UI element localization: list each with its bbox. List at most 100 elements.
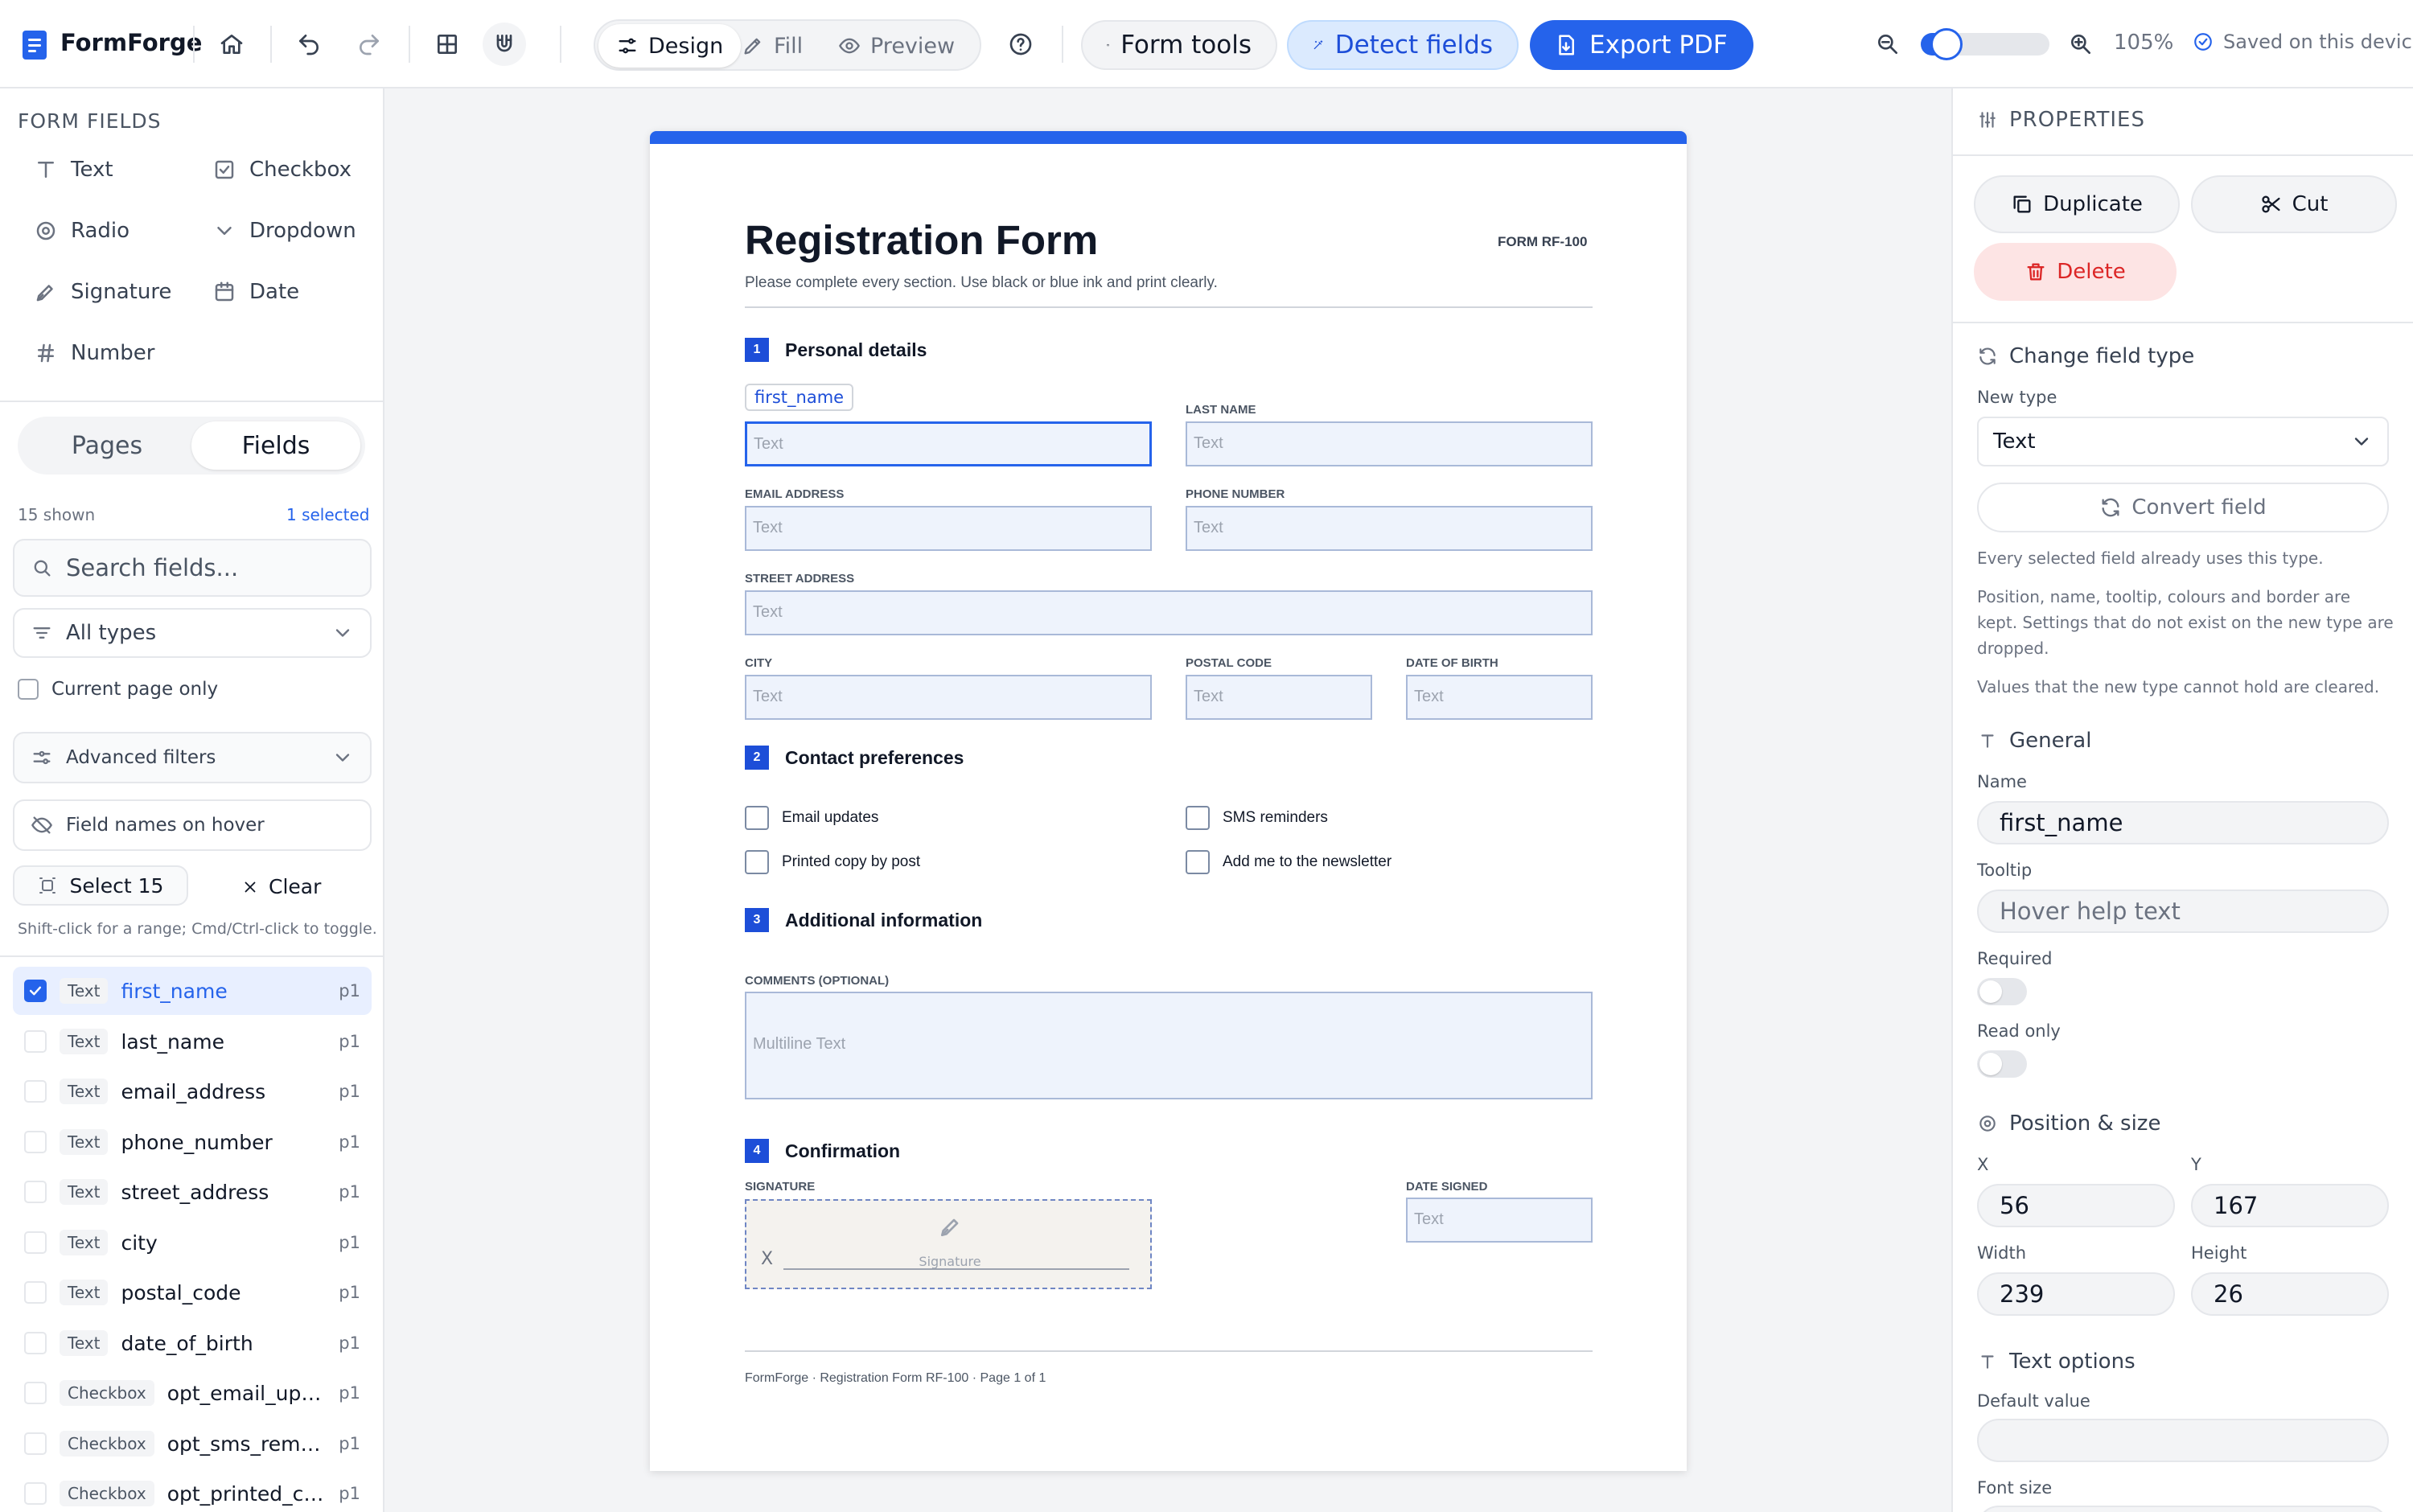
name-input[interactable]: first_name <box>1977 801 2389 844</box>
last-name-field[interactable]: Text <box>1186 421 1593 466</box>
add-text-field[interactable]: Text <box>34 158 113 182</box>
home-icon[interactable] <box>210 23 253 66</box>
date-of-birth-field[interactable]: Text <box>1406 675 1593 720</box>
search-fields-input[interactable]: Search fields... <box>13 539 372 597</box>
text-type-icon <box>1981 734 1994 748</box>
phone-number-field[interactable]: Text <box>1186 506 1593 551</box>
field-list-row[interactable]: Text date_of_birth p1 <box>13 1319 372 1367</box>
grid-icon[interactable] <box>425 23 469 66</box>
signature-field[interactable]: X Signature <box>745 1199 1152 1289</box>
magnet-snap-icon[interactable] <box>483 23 526 66</box>
zoom-in-icon[interactable] <box>2059 23 2103 66</box>
default-value-input[interactable] <box>1977 1419 2389 1462</box>
zoom-out-icon[interactable] <box>1866 23 1909 66</box>
height-input[interactable]: 26 <box>2191 1272 2389 1316</box>
row-checkbox[interactable] <box>24 1482 47 1505</box>
zoom-slider-handle[interactable] <box>1930 28 1963 60</box>
checkbox-box[interactable] <box>1186 806 1210 830</box>
convert-field-button[interactable]: Convert field <box>1977 483 2389 532</box>
postal-code-field[interactable]: Text <box>1186 675 1372 720</box>
field-list-row[interactable]: Checkbox opt_email_upd... p1 <box>13 1369 372 1417</box>
advanced-filters-toggle[interactable]: Advanced filters <box>13 732 372 783</box>
field-list-row[interactable]: Text phone_number p1 <box>13 1118 372 1166</box>
row-checkbox[interactable] <box>24 1131 47 1153</box>
chevron-down-icon <box>217 227 232 235</box>
font-size-input[interactable] <box>1977 1506 2389 1512</box>
field-list-row[interactable]: Text first_name p1 <box>13 967 372 1015</box>
email-address-field[interactable]: Text <box>745 506 1152 551</box>
printed-copy-checkbox[interactable]: Printed copy by post <box>745 850 920 874</box>
field-label: SIGNATURE <box>745 1180 816 1194</box>
row-checkbox[interactable] <box>24 980 47 1002</box>
sms-reminders-checkbox[interactable]: SMS reminders <box>1186 806 1328 830</box>
row-checkbox[interactable] <box>24 1432 47 1455</box>
new-type-value: Text <box>1993 429 2036 454</box>
add-date-field[interactable]: Date <box>212 280 299 304</box>
clear-selection-button[interactable]: Clear <box>241 875 321 898</box>
tooltip-input[interactable]: Hover help text <box>1977 890 2389 933</box>
pen-nib-icon <box>938 1214 964 1239</box>
email-updates-checkbox[interactable]: Email updates <box>745 806 878 830</box>
refresh-icon <box>2102 498 2119 517</box>
checkbox-box[interactable] <box>745 806 769 830</box>
y-input[interactable]: 167 <box>2191 1184 2389 1227</box>
export-pdf-button[interactable]: Export PDF <box>1530 20 1753 70</box>
field-page: p1 <box>339 1032 360 1051</box>
row-checkbox[interactable] <box>24 1231 47 1254</box>
comments-field[interactable]: Multiline Text <box>745 992 1593 1099</box>
newsletter-checkbox[interactable]: Add me to the newsletter <box>1186 850 1391 874</box>
add-checkbox-field[interactable]: Checkbox <box>212 158 351 182</box>
x-input[interactable]: 56 <box>1977 1184 2175 1227</box>
first-name-field[interactable]: Text <box>745 421 1152 466</box>
add-number-field[interactable]: Number <box>34 341 154 365</box>
type-filter-select[interactable]: All types <box>13 608 372 658</box>
field-names-hover-toggle[interactable]: Field names on hover <box>13 799 372 851</box>
field-list-row[interactable]: Checkbox opt_printed_co... p1 <box>13 1469 372 1512</box>
row-checkbox[interactable] <box>24 1030 47 1053</box>
new-type-select[interactable]: Text <box>1977 417 2389 466</box>
read-only-toggle[interactable] <box>1977 1050 2027 1078</box>
sliders-icon <box>1979 112 1996 128</box>
current-page-only-checkbox[interactable] <box>18 679 39 700</box>
current-page-only-toggle[interactable]: Current page only <box>18 679 218 700</box>
add-signature-field[interactable]: Signature <box>34 280 171 304</box>
tab-fields[interactable]: Fields <box>191 421 360 470</box>
add-radio-field[interactable]: Radio <box>34 219 129 243</box>
duplicate-button[interactable]: Duplicate <box>1974 175 2180 233</box>
tab-pages[interactable]: Pages <box>23 421 191 470</box>
mode-fill-button[interactable]: Fill <box>724 24 820 68</box>
field-type-badge: Text <box>60 1129 109 1155</box>
cut-button[interactable]: Cut <box>2191 175 2397 233</box>
field-list-row[interactable]: Text city p1 <box>13 1218 372 1267</box>
help-icon[interactable] <box>999 23 1042 66</box>
width-input[interactable]: 239 <box>1977 1272 2175 1316</box>
field-list-row[interactable]: Text postal_code p1 <box>13 1268 372 1317</box>
field-name: street_address <box>121 1180 269 1204</box>
field-page: p1 <box>339 1434 360 1453</box>
detect-fields-button[interactable]: Detect fields <box>1287 20 1519 70</box>
street-address-field[interactable]: Text <box>745 590 1593 635</box>
required-toggle[interactable] <box>1977 978 2027 1005</box>
date-signed-field[interactable]: Text <box>1406 1198 1593 1243</box>
checkbox-box[interactable] <box>745 850 769 874</box>
undo-icon[interactable] <box>287 23 331 66</box>
redo-icon[interactable] <box>347 23 391 66</box>
add-dropdown-field[interactable]: Dropdown <box>212 219 356 243</box>
row-checkbox[interactable] <box>24 1332 47 1354</box>
form-tools-button[interactable]: Form tools <box>1081 20 1277 70</box>
field-list-row[interactable]: Text last_name p1 <box>13 1017 372 1066</box>
select-all-button[interactable]: Select 15 <box>13 865 188 906</box>
delete-button[interactable]: Delete <box>1974 243 2177 301</box>
mode-preview-button[interactable]: Preview <box>820 24 972 68</box>
row-checkbox[interactable] <box>24 1080 47 1103</box>
field-list-row[interactable]: Text street_address p1 <box>13 1168 372 1216</box>
field-list-row[interactable]: Checkbox opt_sms_remin... p1 <box>13 1420 372 1468</box>
mode-design-button[interactable]: Design <box>598 24 742 68</box>
row-checkbox[interactable] <box>24 1181 47 1203</box>
row-checkbox[interactable] <box>24 1281 47 1304</box>
left-sidebar: FORM FIELDS Text Checkbox Radio Dropdown… <box>0 88 384 1512</box>
row-checkbox[interactable] <box>24 1382 47 1404</box>
field-list-row[interactable]: Text email_address p1 <box>13 1067 372 1116</box>
city-field[interactable]: Text <box>745 675 1152 720</box>
checkbox-box[interactable] <box>1186 850 1210 874</box>
